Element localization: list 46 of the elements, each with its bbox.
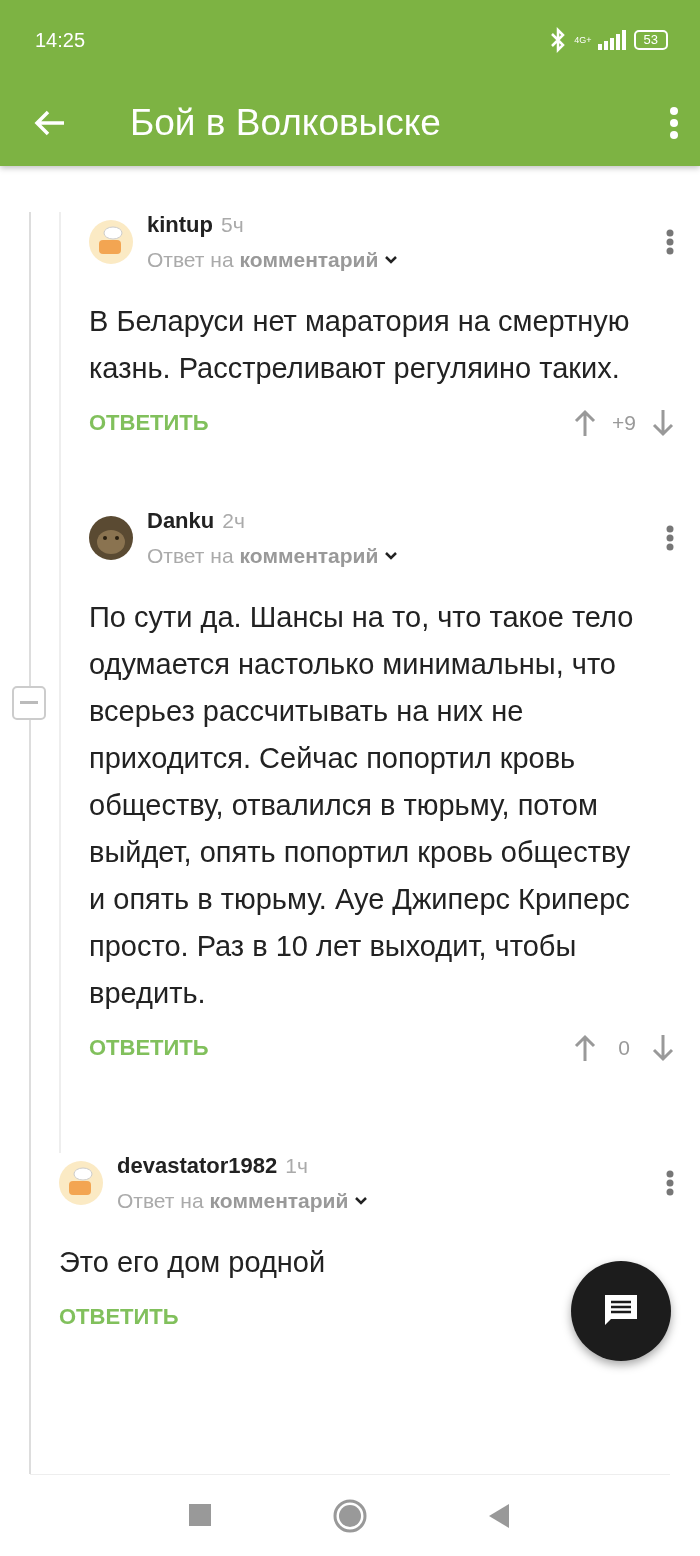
score: 0: [617, 1036, 631, 1060]
chevron-down-icon[interactable]: [354, 1196, 369, 1206]
downvote-icon[interactable]: [652, 1034, 674, 1062]
more-icon[interactable]: [670, 107, 678, 139]
reply-to-text: Ответ на: [117, 1189, 204, 1213]
avatar: [59, 1161, 103, 1205]
reply-to-text: Ответ на: [147, 248, 234, 272]
comment-text: В Беларуси нет маратория на смертную казнь. Расстреливают регуляино таких.: [89, 304, 631, 386]
reply-to-text: Ответ на: [147, 544, 234, 568]
network-type: 4G+: [574, 35, 592, 45]
back-icon[interactable]: [487, 1502, 511, 1529]
recents-icon[interactable]: [189, 1503, 213, 1528]
home-icon[interactable]: [333, 1498, 367, 1533]
chevron-down-icon[interactable]: [384, 255, 399, 265]
avatar: [89, 516, 133, 560]
battery-level: 53: [633, 30, 668, 50]
chevron-down-icon[interactable]: [384, 551, 399, 561]
more-icon[interactable]: [666, 1170, 674, 1196]
downvote-icon[interactable]: [652, 409, 674, 437]
comment-text: Это его дом родной: [59, 1245, 327, 1280]
reply-button[interactable]: ОТВЕТИТЬ: [89, 1035, 209, 1061]
comment-button[interactable]: [571, 1261, 671, 1361]
author-name[interactable]: Danku: [147, 508, 215, 534]
reply-button[interactable]: ОТВЕТИТЬ: [89, 410, 209, 436]
back-icon[interactable]: [34, 109, 66, 137]
reply-button[interactable]: ОТВЕТИТЬ: [59, 1304, 179, 1330]
more-icon[interactable]: [666, 229, 674, 255]
author-name[interactable]: kintup: [147, 212, 213, 238]
page-title: Бой в Волковыске: [130, 102, 441, 144]
upvote-icon[interactable]: [574, 409, 596, 437]
upvote-icon[interactable]: [574, 1034, 596, 1062]
reply-to-link[interactable]: комментарий: [239, 248, 379, 272]
collapse-button[interactable]: [12, 686, 46, 720]
avatar: [89, 220, 133, 264]
reply-to-link[interactable]: комментарий: [209, 1189, 349, 1213]
comment-time: 2ч: [222, 509, 245, 533]
more-icon[interactable]: [666, 525, 674, 551]
author-name[interactable]: devastator1982: [117, 1153, 278, 1179]
reply-to-link[interactable]: комментарий: [239, 544, 379, 568]
comment-text: По сути да. Шансы на то, что такое тело одумается настолько минимальны, что всерьез рассчитывать на них не приходится. Сейчас попортил кровь обществу, отвалился в тюрьму, потом выйдет, опять попортил кровь обществу и опять в тюрьму. Ауе Джиперс Криперс просто. Раз в 10 лет выходит, чтобы вредить.: [89, 600, 634, 1011]
comment-time: 1ч: [285, 1154, 308, 1178]
status-time: 14:25: [35, 28, 86, 52]
minus-icon: [20, 701, 38, 705]
signal-icon: [597, 30, 628, 50]
score: +9: [611, 411, 637, 435]
comment-time: 5ч: [221, 213, 244, 237]
